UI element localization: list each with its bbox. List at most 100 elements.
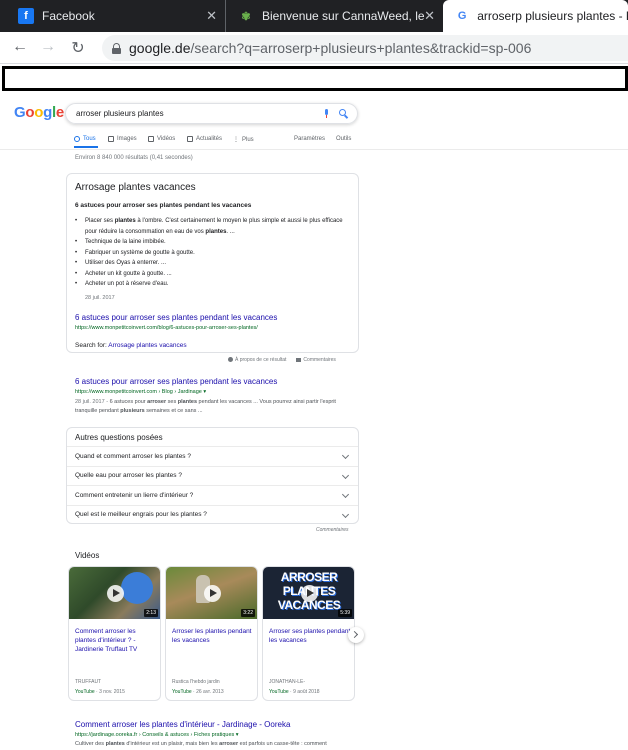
tab-all[interactable]: Tous bbox=[74, 136, 96, 142]
chevron-down-icon bbox=[341, 490, 350, 499]
video-source: YouTube · 9 août 2018 bbox=[269, 689, 320, 695]
browser-toolbar: ← → ↻ google.de/search?q=arroserp+plusie… bbox=[0, 32, 628, 64]
paa-title: Autres questions posées bbox=[75, 433, 163, 442]
list-item: Utiliser des Oyas à enterrer. ... bbox=[75, 258, 350, 269]
video-source: YouTube · 26 avr. 2013 bbox=[172, 689, 224, 695]
close-icon[interactable]: ✕ bbox=[206, 8, 217, 24]
list-item: Placer ses plantes à l'ombre. C'est cert… bbox=[75, 216, 350, 237]
video-channel: Rustica l'hebdo jardin bbox=[172, 679, 220, 685]
video-source: YouTube · 3 nov. 2015 bbox=[75, 689, 125, 695]
reload-icon[interactable]: ↻ bbox=[68, 38, 88, 58]
search-icon[interactable] bbox=[339, 109, 348, 118]
list-item: Acheter un kit goutte à goutte. ... bbox=[75, 269, 350, 280]
tab-more[interactable]: ⋮ Plus bbox=[233, 136, 254, 144]
chevron-down-icon bbox=[341, 471, 350, 479]
play-icon[interactable] bbox=[204, 585, 221, 602]
people-also-ask: Autres questions posées Quand et comment… bbox=[66, 427, 359, 524]
url-path: /search?q=arroserp+plusieurs+plantes&tra… bbox=[190, 40, 532, 56]
result-title[interactable]: Comment arroser les plantes d'intérieur … bbox=[75, 720, 290, 729]
paa-question[interactable]: Quelle eau pour arroser les plantes ? bbox=[67, 465, 358, 486]
tab-label: arroserp plusieurs plantes - Rec bbox=[477, 9, 628, 23]
feedback-link[interactable]: Commentaires bbox=[296, 357, 336, 363]
video-card[interactable]: ARROSER PLANTES VACANCES 5:39 Arroser se… bbox=[262, 566, 355, 701]
video-duration: 3:22 bbox=[241, 609, 255, 617]
chevron-right-icon[interactable] bbox=[348, 627, 364, 643]
video-title[interactable]: Arroser les plantes pendant les vacances bbox=[172, 627, 254, 645]
search-box[interactable] bbox=[65, 103, 358, 124]
video-thumbnail[interactable]: ARROSER PLANTES VACANCES 5:39 bbox=[263, 567, 354, 619]
snippet-footer: À propos de ce résultat Commentaires bbox=[228, 357, 358, 363]
tab-label: Bienvenue sur CannaWeed, le site bbox=[262, 9, 427, 23]
more-dots-icon: ⋮ bbox=[233, 137, 239, 143]
list-item: Fabriquer un système de goutte à goutte. bbox=[75, 248, 350, 259]
snippet-link[interactable]: 6 astuces pour arroser ses plantes penda… bbox=[75, 313, 277, 322]
video-duration: 2:13 bbox=[144, 609, 158, 617]
tools-link[interactable]: Outils bbox=[336, 136, 351, 142]
google-icon: G bbox=[457, 10, 467, 22]
result-title[interactable]: 6 astuces pour arroser ses plantes penda… bbox=[75, 377, 277, 386]
snippet-heading: 6 astuces pour arroser ses plantes penda… bbox=[75, 202, 252, 209]
tab-facebook[interactable]: f Facebook ✕ bbox=[0, 0, 225, 32]
video-channel: JONATHAN-LE- bbox=[269, 679, 306, 685]
paa-question[interactable]: Quand et comment arroser les plantes ? bbox=[67, 446, 358, 466]
back-arrow-icon[interactable]: ← bbox=[10, 38, 30, 56]
search-for-link[interactable]: Arrosage plantes vacances bbox=[108, 342, 186, 349]
search-for: Search for: Arrosage plantes vacances bbox=[75, 342, 187, 349]
chevron-down-icon bbox=[341, 451, 350, 460]
google-logo[interactable]: Google bbox=[14, 104, 64, 121]
video-thumbnail[interactable]: 2:13 bbox=[69, 567, 160, 619]
tab-label: Facebook bbox=[42, 9, 95, 23]
result-url[interactable]: https://jardinage.ooreka.fr › Conseils &… bbox=[75, 732, 239, 738]
video-card[interactable]: 3:22 Arroser les plantes pendant les vac… bbox=[165, 566, 258, 701]
paa-question[interactable]: Comment entretenir un lierre d'intérieur… bbox=[67, 485, 358, 505]
close-icon[interactable]: ✕ bbox=[424, 8, 435, 24]
address-bar[interactable]: google.de/search?q=arroserp+plusieurs+pl… bbox=[102, 35, 628, 61]
search-input[interactable] bbox=[76, 109, 306, 118]
header-divider bbox=[0, 149, 628, 150]
play-icon[interactable] bbox=[107, 585, 124, 602]
tab-cannaweed[interactable]: ✾ Bienvenue sur CannaWeed, le site ✕ bbox=[225, 0, 443, 32]
browser-tab-bar: f Facebook ✕ ✾ Bienvenue sur CannaWeed, … bbox=[0, 0, 628, 32]
snippet-title: Arrosage plantes vacances bbox=[75, 182, 196, 193]
search-icon bbox=[74, 136, 80, 142]
facebook-icon: f bbox=[18, 8, 34, 24]
feedback-icon bbox=[296, 357, 302, 362]
featured-snippet: Arrosage plantes vacances 6 astuces pour… bbox=[66, 173, 359, 353]
result-url[interactable]: https://www.monpetitcoinvert.com › Blog … bbox=[75, 389, 206, 395]
chevron-down-icon bbox=[341, 510, 350, 518]
snippet-list: Placer ses plantes à l'ombre. C'est cert… bbox=[75, 216, 350, 290]
result-stats: Environ 8 840 000 résultats (0,41 second… bbox=[75, 155, 193, 161]
news-icon bbox=[187, 136, 193, 142]
tab-news[interactable]: Actualités bbox=[187, 136, 222, 142]
paa-feedback-link[interactable]: Commentaires bbox=[316, 527, 349, 533]
search-tabs: Tous Images Vidéos Actualités ⋮ Plus Para… bbox=[74, 134, 364, 148]
video-duration: 5:39 bbox=[338, 609, 352, 617]
video-card[interactable]: 2:13 Comment arroser les plantes d'intér… bbox=[68, 566, 161, 701]
snippet-url[interactable]: https://www.monpetitcoinvert.com/blog/6-… bbox=[75, 325, 258, 331]
video-thumbnail[interactable]: 3:22 bbox=[166, 567, 257, 619]
microphone-icon[interactable] bbox=[324, 109, 329, 118]
video-channel: TRUFFAUT bbox=[75, 679, 102, 685]
tab-videos[interactable]: Vidéos bbox=[148, 136, 175, 142]
tab-google-search[interactable]: G arroserp plusieurs plantes - Rec bbox=[443, 0, 628, 32]
settings-link[interactable]: Paramètres bbox=[294, 136, 325, 142]
tab-images[interactable]: Images bbox=[108, 136, 137, 142]
video-title[interactable]: Comment arroser les plantes d'intérieur … bbox=[75, 627, 157, 654]
bookmarks-bar-box bbox=[2, 66, 628, 91]
video-icon bbox=[148, 136, 154, 142]
result-snippet: Cultiver des plantes d'intérieur est un … bbox=[75, 741, 327, 747]
lock-icon bbox=[112, 42, 121, 54]
about-result-link[interactable]: À propos de ce résultat bbox=[228, 357, 286, 363]
active-tab-indicator bbox=[74, 146, 98, 148]
paa-question[interactable]: Quel est le meilleur engrais pour les pl… bbox=[67, 504, 358, 525]
snippet-date: 28 juil. 2017 bbox=[85, 295, 115, 301]
play-icon[interactable] bbox=[301, 585, 318, 602]
videos-heading: Vidéos bbox=[75, 551, 100, 560]
cannabis-leaf-icon: ✾ bbox=[241, 10, 251, 23]
video-title[interactable]: Arroser ses plantes pendant les vacances bbox=[269, 627, 351, 645]
help-icon bbox=[228, 357, 233, 363]
forward-arrow-icon[interactable]: → bbox=[38, 38, 58, 56]
image-icon bbox=[108, 136, 114, 142]
url-domain: google.de bbox=[129, 40, 191, 56]
thumbnail-text: ARROSER bbox=[280, 570, 338, 584]
